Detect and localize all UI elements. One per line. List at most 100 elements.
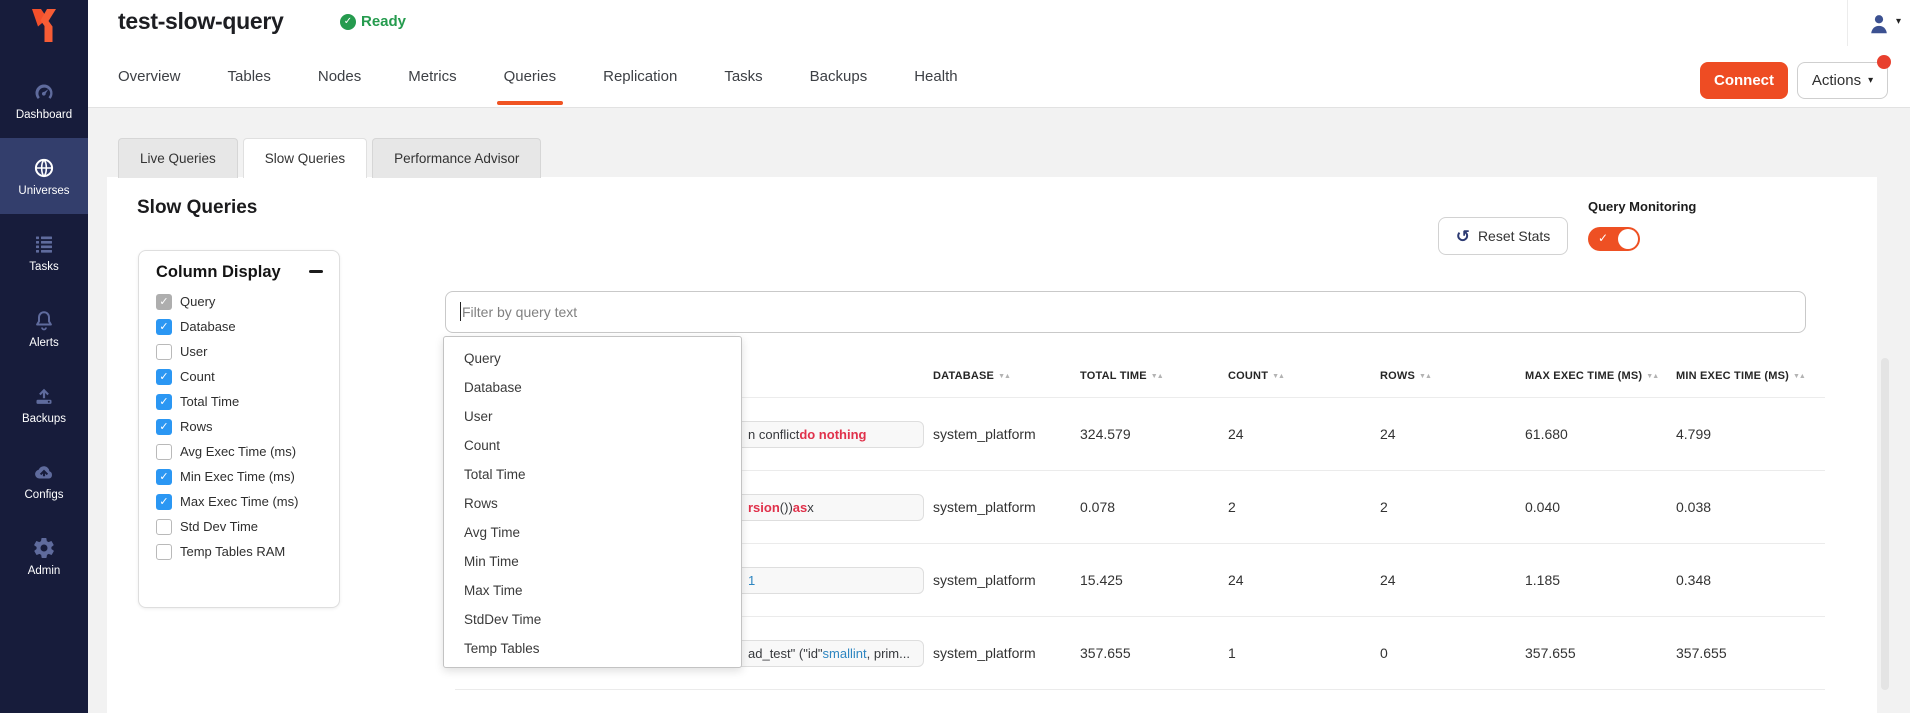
query-filter-input[interactable] [445, 291, 1806, 333]
sidebar-item-dashboard[interactable]: Dashboard [0, 62, 88, 138]
reset-stats-button[interactable]: ↺ Reset Stats [1438, 217, 1568, 255]
cell-max-exec-time: 0.040 [1525, 499, 1560, 515]
user-avatar-icon[interactable] [1866, 11, 1892, 42]
query-monitoring-label: Query Monitoring [1588, 199, 1696, 214]
cell-total-time: 15.425 [1080, 572, 1123, 588]
checkbox-checked-icon[interactable]: ✓ [156, 394, 172, 410]
column-header-count[interactable]: COUNT▼▲ [1228, 370, 1284, 382]
column-header-label: MIN EXEC TIME (MS) [1676, 370, 1789, 382]
column-toggle-database[interactable]: ✓ Database [156, 314, 331, 339]
sidebar-item-alerts[interactable]: Alerts [0, 290, 88, 366]
column-toggle-avg-exec-time-ms-[interactable]: Avg Exec Time (ms) [156, 439, 331, 464]
column-toggle-label: Min Exec Time (ms) [180, 469, 295, 484]
sidebar-item-label: Universes [18, 185, 69, 197]
tab-overview[interactable]: Overview [118, 45, 181, 107]
sidebar-item-label: Backups [22, 413, 66, 425]
dropdown-option-rows[interactable]: Rows [444, 489, 741, 518]
checkbox-unchecked-icon[interactable] [156, 444, 172, 460]
dropdown-option-user[interactable]: User [444, 402, 741, 431]
checkbox-checked-icon[interactable]: ✓ [156, 319, 172, 335]
column-toggle-query[interactable]: ✓ Query [156, 289, 331, 314]
sidebar-item-tasks[interactable]: Tasks [0, 214, 88, 290]
column-header-database[interactable]: DATABASE▼▲ [933, 370, 1010, 382]
cell-max-exec-time: 61.680 [1525, 426, 1568, 442]
vertical-scrollbar[interactable] [1881, 358, 1889, 690]
reset-stats-label: Reset Stats [1478, 228, 1550, 244]
query-monitoring-toggle[interactable]: ✓ [1588, 227, 1640, 251]
column-header-total-time[interactable]: TOTAL TIME▼▲ [1080, 370, 1163, 382]
checkbox-checked-icon[interactable]: ✓ [156, 294, 172, 310]
query-fragment-literal: 1 [748, 573, 755, 588]
cell-rows: 24 [1380, 426, 1396, 442]
sidebar-item-backups[interactable]: Backups [0, 366, 88, 442]
subtab-live-queries[interactable]: Live Queries [118, 138, 238, 178]
tab-health[interactable]: Health [914, 45, 957, 107]
dropdown-option-stddev-time[interactable]: StdDev Time [444, 605, 741, 634]
column-toggle-label: Temp Tables RAM [180, 544, 285, 559]
column-display-card: Column Display ✓Query✓DatabaseUser✓Count… [138, 250, 340, 608]
dropdown-option-query[interactable]: Query [444, 344, 741, 373]
actions-button[interactable]: Actions ▾ [1797, 62, 1888, 99]
connect-button[interactable]: Connect [1700, 62, 1788, 99]
admin-gear-icon [32, 536, 56, 560]
checkbox-unchecked-icon[interactable] [156, 519, 172, 535]
cell-min-exec-time: 0.348 [1676, 572, 1711, 588]
column-toggle-total-time[interactable]: ✓ Total Time [156, 389, 331, 414]
status-badge-label: Ready [361, 13, 406, 30]
dropdown-option-count[interactable]: Count [444, 431, 741, 460]
dropdown-option-database[interactable]: Database [444, 373, 741, 402]
universes-globe-icon [32, 156, 56, 180]
tab-tasks[interactable]: Tasks [724, 45, 762, 107]
column-header-max-exec-time-ms-[interactable]: MAX EXEC TIME (MS)▼▲ [1525, 370, 1658, 382]
tab-replication[interactable]: Replication [603, 45, 677, 107]
query-fragment-plain: n conflict [748, 427, 799, 442]
user-menu-caret-icon: ▾ [1896, 16, 1901, 27]
dropdown-option-max-time[interactable]: Max Time [444, 576, 741, 605]
checkbox-checked-icon[interactable]: ✓ [156, 419, 172, 435]
sidebar-item-configs[interactable]: Configs [0, 442, 88, 518]
dropdown-option-min-time[interactable]: Min Time [444, 547, 741, 576]
column-toggle-temp-tables-ram[interactable]: Temp Tables RAM [156, 539, 331, 564]
sidebar-item-universes[interactable]: Universes [0, 138, 88, 214]
chevron-down-icon: ▾ [1868, 75, 1873, 86]
sidebar-item-label: Configs [25, 489, 64, 501]
column-toggle-user[interactable]: User [156, 339, 331, 364]
dropdown-option-temp-tables[interactable]: Temp Tables [444, 634, 741, 663]
checkbox-checked-icon[interactable]: ✓ [156, 494, 172, 510]
tab-tables[interactable]: Tables [228, 45, 271, 107]
checkbox-checked-icon[interactable]: ✓ [156, 469, 172, 485]
tab-backups[interactable]: Backups [810, 45, 868, 107]
checkbox-unchecked-icon[interactable] [156, 544, 172, 560]
sidebar-item-admin[interactable]: Admin [0, 518, 88, 594]
column-header-label: ROWS [1380, 370, 1415, 382]
dropdown-option-total-time[interactable]: Total Time [444, 460, 741, 489]
subtab-slow-queries[interactable]: Slow Queries [243, 138, 367, 178]
column-toggle-rows[interactable]: ✓Rows [156, 414, 331, 439]
column-toggle-max-exec-time-ms-[interactable]: ✓Max Exec Time (ms) [156, 489, 331, 514]
sidebar-item-label: Dashboard [16, 109, 72, 121]
column-toggle-label: Total Time [180, 394, 239, 409]
column-header-min-exec-time-ms-[interactable]: MIN EXEC TIME (MS)▼▲ [1676, 370, 1805, 382]
subtab-performance-advisor[interactable]: Performance Advisor [372, 138, 541, 178]
column-toggle-std-dev-time[interactable]: Std Dev Time [156, 514, 331, 539]
cell-total-time: 357.655 [1080, 645, 1131, 661]
column-toggle-label: Query [180, 294, 215, 309]
collapse-minus-icon[interactable] [309, 270, 323, 273]
dropdown-option-avg-time[interactable]: Avg Time [444, 518, 741, 547]
checkbox-checked-icon[interactable]: ✓ [156, 369, 172, 385]
column-toggle-label: Database [180, 319, 236, 334]
status-badge: ✓ Ready [340, 13, 406, 30]
query-fragment-keyword: as [793, 500, 807, 515]
sidebar-nav: Dashboard Universes TasksAlerts Backups Conf… [0, 62, 88, 594]
column-toggle-min-exec-time-ms-[interactable]: ✓ Min Exec Time (ms) [156, 464, 331, 489]
tab-metrics[interactable]: Metrics [408, 45, 456, 107]
cell-rows: 24 [1380, 572, 1396, 588]
notification-dot [1877, 55, 1891, 69]
column-toggle-count[interactable]: ✓Count [156, 364, 331, 389]
query-fragment-plain: ()) [780, 500, 793, 515]
column-header-rows[interactable]: ROWS▼▲ [1380, 370, 1431, 382]
tab-nodes[interactable]: Nodes [318, 45, 361, 107]
yugabyte-logo-icon[interactable] [0, 3, 88, 47]
tab-queries[interactable]: Queries [504, 45, 557, 107]
checkbox-unchecked-icon[interactable] [156, 344, 172, 360]
